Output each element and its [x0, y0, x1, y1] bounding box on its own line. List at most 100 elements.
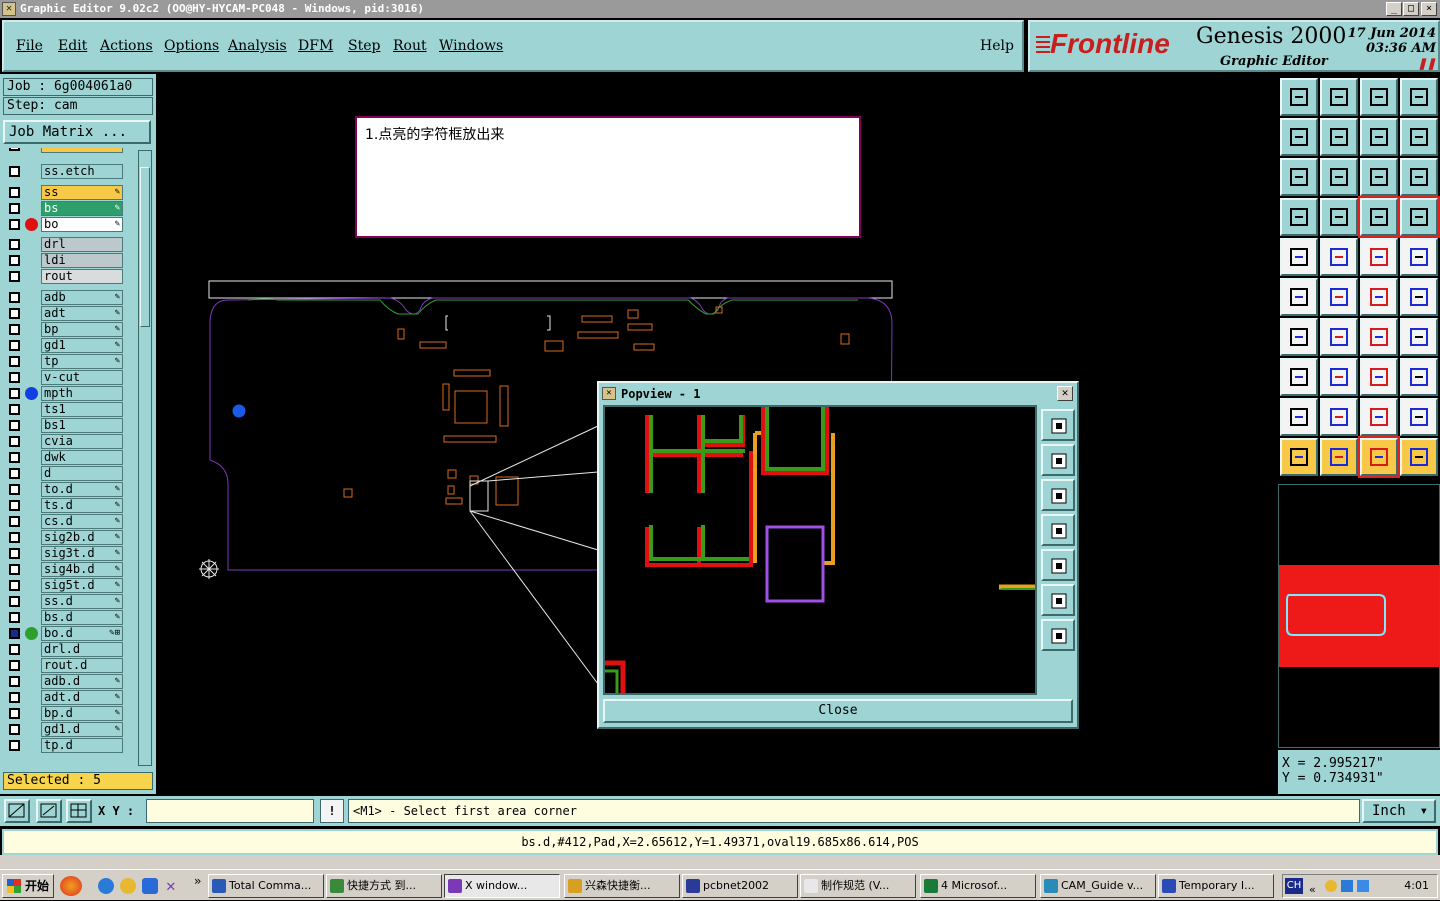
- layer-name[interactable]: rout: [41, 269, 123, 284]
- layer-name[interactable]: rout.d: [41, 658, 123, 673]
- pv-fit-icon[interactable]: [1041, 584, 1075, 616]
- menu-rout[interactable]: Rout: [393, 38, 427, 54]
- menu-help[interactable]: Help: [980, 38, 1014, 54]
- start-button[interactable]: 开始: [2, 874, 54, 898]
- tray-app-icon[interactable]: [1357, 880, 1369, 892]
- clock-app-icon[interactable]: [120, 878, 136, 894]
- layer-name[interactable]: v-cut: [41, 370, 123, 385]
- taskbar-item[interactable]: 兴森快捷衡...: [564, 874, 680, 898]
- layer-checkbox[interactable]: [9, 516, 20, 527]
- layer-row[interactable]: v-cut: [3, 370, 127, 385]
- layer-checkbox[interactable]: [9, 239, 20, 250]
- layer-name[interactable]: sig3t.d ✎: [41, 546, 123, 561]
- tri-c-icon[interactable]: [1360, 398, 1398, 436]
- layer-row[interactable]: adt.d ✎: [3, 690, 127, 705]
- layer-checkbox[interactable]: [9, 356, 20, 367]
- taskbar-item[interactable]: X window...: [444, 874, 560, 898]
- layer-checkbox[interactable]: [9, 468, 20, 479]
- layer-scrollbar[interactable]: [138, 150, 152, 766]
- layer-name[interactable]: ss.d ✎: [41, 594, 123, 609]
- layer-checkbox[interactable]: [9, 740, 20, 751]
- layer-row[interactable]: tp.d: [3, 738, 127, 753]
- menu-analysis[interactable]: Analysis: [228, 38, 287, 54]
- cut-icon[interactable]: [1320, 278, 1358, 316]
- layer-row[interactable]: adt ✎: [3, 306, 127, 321]
- layer-row[interactable]: tp ✎: [3, 354, 127, 369]
- layer-name[interactable]: tp ✎: [41, 354, 123, 369]
- layer-checkbox[interactable]: [9, 219, 20, 230]
- layer-name[interactable]: adb ✎: [41, 290, 123, 305]
- layer-name[interactable]: d: [41, 466, 123, 481]
- close-window-button[interactable]: ×: [1421, 2, 1437, 16]
- select-c-icon[interactable]: [1358, 436, 1400, 478]
- connect-icon[interactable]: [1280, 278, 1318, 316]
- pv-left-icon[interactable]: [1041, 514, 1075, 546]
- layer-name[interactable]: sig4b.d ✎: [41, 562, 123, 577]
- layer-checkbox[interactable]: [9, 580, 20, 591]
- help-icon[interactable]: [1400, 158, 1438, 196]
- layer-checkbox[interactable]: [9, 708, 20, 719]
- layer-checkbox[interactable]: [9, 372, 20, 383]
- home-icon[interactable]: [1360, 78, 1398, 116]
- tray-clock-icon[interactable]: [1325, 880, 1337, 892]
- annotation-note[interactable]: 1.点亮的字符框放出来: [355, 116, 861, 238]
- layer-name[interactable]: bo.d ✎⊞: [41, 626, 123, 641]
- taskbar-item[interactable]: 制作规范 (V...: [800, 874, 916, 898]
- layer-row[interactable]: bs ✎: [3, 201, 127, 216]
- layer-row[interactable]: adb ✎: [3, 290, 127, 305]
- layer-name[interactable]: to.d ✎: [41, 482, 123, 497]
- pan-icon[interactable]: [1320, 158, 1358, 196]
- move-left-icon[interactable]: [1280, 118, 1318, 156]
- layer-checkbox[interactable]: [9, 628, 20, 639]
- layer-row[interactable]: cs.d ✎: [3, 514, 127, 529]
- point-blue-icon[interactable]: [1400, 278, 1438, 316]
- taskbar-item[interactable]: 快捷方式 到...: [326, 874, 442, 898]
- mirror-icon[interactable]: [1360, 118, 1398, 156]
- layers-b-icon[interactable]: [1398, 196, 1440, 238]
- layer-name[interactable]: drl: [41, 237, 123, 252]
- layer-row[interactable]: sig4b.d ✎: [3, 562, 127, 577]
- layer-name[interactable]: tp.d: [41, 738, 123, 753]
- layer-name[interactable]: ts1: [41, 402, 123, 417]
- point-red-icon[interactable]: [1360, 278, 1398, 316]
- layer-row[interactable]: dwk: [3, 450, 127, 465]
- layer-name[interactable]: adb.d ✎: [41, 674, 123, 689]
- fit-icon[interactable]: [1280, 158, 1318, 196]
- menu-actions[interactable]: Actions: [100, 38, 153, 54]
- tri-a-icon[interactable]: [1280, 398, 1318, 436]
- layer-row[interactable]: ss ✎: [3, 185, 127, 200]
- tray-expand-icon[interactable]: «: [1309, 879, 1316, 901]
- menu-options[interactable]: Options: [164, 38, 219, 54]
- layer-name-partial[interactable]: [41, 148, 123, 153]
- minimize-button[interactable]: _: [1386, 2, 1402, 16]
- xy-input[interactable]: [146, 799, 314, 823]
- layers-a-icon[interactable]: [1358, 196, 1400, 238]
- pad-icon[interactable]: [1400, 238, 1438, 276]
- layer-row[interactable]: bp ✎: [3, 322, 127, 337]
- pv-zoom-icon[interactable]: [1041, 409, 1075, 441]
- layer-checkbox[interactable]: [9, 500, 20, 511]
- menu-dfm[interactable]: DFM: [298, 38, 333, 54]
- tray-network-icon[interactable]: [1341, 880, 1353, 892]
- layer-name[interactable]: cvia: [41, 434, 123, 449]
- layer-checkbox[interactable]: [9, 203, 20, 214]
- layer-name[interactable]: drl.d: [41, 642, 123, 657]
- arc-icon[interactable]: [1360, 318, 1398, 356]
- layer-checkbox[interactable]: [9, 724, 20, 735]
- layer-name[interactable]: bp.d ✎: [41, 706, 123, 721]
- layer-checkbox[interactable]: [9, 271, 20, 282]
- layer-checkbox[interactable]: [9, 692, 20, 703]
- layer-name[interactable]: adt.d ✎: [41, 690, 123, 705]
- tri-d-icon[interactable]: [1400, 398, 1438, 436]
- execute-button[interactable]: !: [320, 799, 344, 823]
- ruler-icon[interactable]: [1360, 238, 1398, 276]
- layer-checkbox[interactable]: [9, 388, 20, 399]
- pv-right-icon[interactable]: [1041, 549, 1075, 581]
- scrollbar-thumb[interactable]: [140, 167, 150, 327]
- layer-row[interactable]: ss.etch: [3, 164, 127, 179]
- measure-icon[interactable]: [36, 799, 62, 823]
- layer-checkbox[interactable]: [9, 166, 20, 177]
- layer-checkbox[interactable]: [9, 660, 20, 671]
- menu-edit[interactable]: Edit: [58, 38, 87, 54]
- rotate-icon[interactable]: [1400, 118, 1438, 156]
